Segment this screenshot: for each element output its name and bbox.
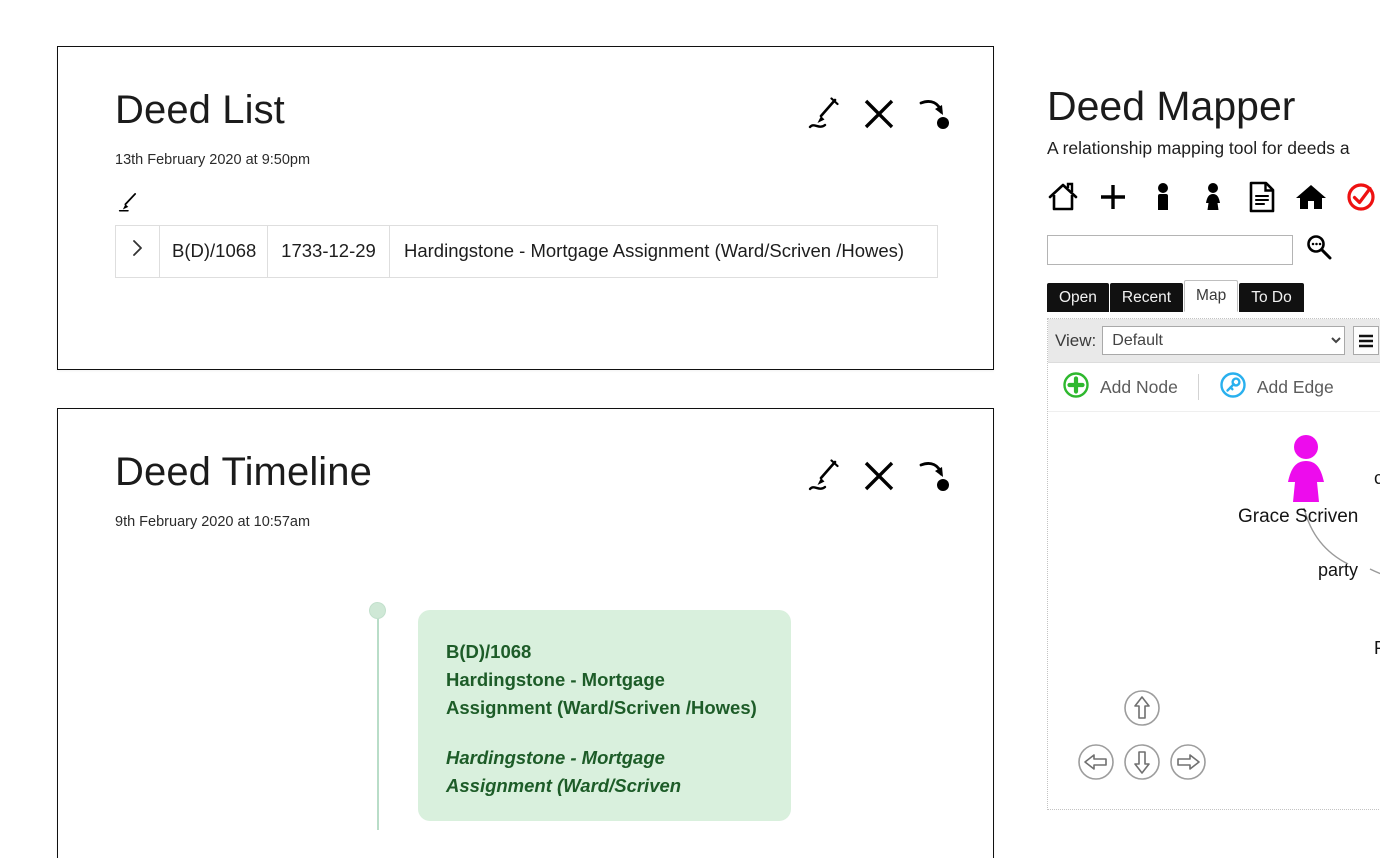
mapper-tabs: Open Recent Map To Do (1047, 279, 1380, 312)
tab-map[interactable]: Map (1184, 279, 1239, 312)
close-icon[interactable] (862, 97, 896, 136)
deed-date-cell: 1733-12-29 (267, 225, 390, 278)
timeline-axis (377, 610, 379, 830)
home-outline-icon[interactable] (1047, 181, 1079, 218)
graph-clipped-label-p: P (1374, 638, 1380, 659)
mapper-search-row (1047, 233, 1380, 266)
deed-reference-cell: B(D)/1068 (159, 225, 268, 278)
pin-arrow-icon[interactable] (917, 97, 951, 136)
deed-list-panel-actions (807, 97, 951, 136)
deed-timeline-timestamp: 9th February 2020 at 10:57am (115, 514, 311, 530)
graph-node-grace-scriven[interactable] (1280, 434, 1332, 511)
deed-timeline-panel: Deed Timeline 9th February 2020 at 10:57… (57, 408, 994, 858)
mapper-subtitle: A relationship mapping tool for deeds a (1047, 138, 1350, 158)
search-icon[interactable] (1305, 233, 1333, 266)
tab-todo[interactable]: To Do (1239, 282, 1304, 312)
tab-open[interactable]: Open (1047, 282, 1109, 312)
expand-row-cell[interactable] (115, 225, 160, 278)
male-person-icon[interactable] (1147, 181, 1179, 218)
timeline-entry-title: Hardingstone - Mortgage Assignment (Ward… (446, 669, 757, 719)
map-action-bar: Add Node Add Edge (1048, 363, 1380, 412)
deed-list-table: B(D)/1068 1733-12-29 Hardingstone - Mort… (115, 225, 938, 278)
add-edge-label: Add Edge (1256, 376, 1334, 397)
map-navigation-controls (1076, 688, 1208, 796)
add-edge-button[interactable]: Add Edge (1219, 371, 1334, 404)
deed-list-panel: Deed List 13th February 2020 at 9:50pm B… (57, 46, 994, 370)
add-node-icon (1062, 371, 1090, 404)
timeline-node-dot[interactable] (369, 602, 386, 619)
map-canvas[interactable]: Grace Scriven party c P (1048, 412, 1380, 808)
view-select[interactable]: Default (1102, 326, 1346, 355)
document-icon[interactable] (1247, 181, 1277, 218)
view-label: View: (1055, 330, 1097, 350)
add-edge-icon (1219, 371, 1247, 404)
mapper-title: Deed Mapper (1047, 86, 1296, 129)
table-row[interactable]: B(D)/1068 1733-12-29 Hardingstone - Mort… (115, 225, 938, 278)
deed-description-cell: Hardingstone - Mortgage Assignment (Ward… (404, 240, 905, 261)
search-input[interactable] (1047, 234, 1293, 265)
graph-edge-label: party (1318, 560, 1359, 580)
pencil-icon[interactable] (117, 192, 938, 219)
pan-down-button[interactable] (1122, 742, 1162, 787)
female-person-icon[interactable] (1197, 181, 1229, 218)
map-panel: View: Default Add Node Add Edge Grace Sc… (1047, 318, 1380, 810)
chevron-right-icon[interactable] (127, 237, 149, 259)
hamburger-menu-icon[interactable] (1353, 326, 1380, 355)
house-filled-icon[interactable] (1295, 181, 1327, 218)
timeline-entry-reference: B(D)/1068 (446, 641, 532, 662)
deed-timeline-panel-actions (807, 459, 951, 498)
pencil-icon[interactable] (807, 97, 841, 136)
timeline-entry-card[interactable]: B(D)/1068 Hardingstone - Mortgage Assign… (418, 610, 791, 821)
pan-right-button[interactable] (1168, 742, 1208, 787)
timeline-entry-subtitle: Hardingstone - Mortgage Assignment (Ward… (446, 747, 682, 797)
action-divider (1197, 374, 1199, 400)
pin-arrow-icon[interactable] (917, 459, 951, 498)
pan-left-button[interactable] (1076, 742, 1116, 787)
view-bar: View: Default (1048, 319, 1380, 363)
graph-node-label: Grace Scriven (1238, 506, 1359, 527)
tab-recent[interactable]: Recent (1109, 282, 1184, 312)
pan-up-button[interactable] (1122, 688, 1162, 733)
plus-icon[interactable] (1097, 181, 1129, 218)
red-check-circle-icon[interactable] (1345, 181, 1377, 218)
pencil-icon[interactable] (807, 459, 841, 498)
close-icon[interactable] (862, 459, 896, 498)
deed-list-timestamp: 13th February 2020 at 9:50pm (115, 152, 311, 168)
add-node-label: Add Node (1100, 376, 1178, 397)
deed-mapper-panel: Deed Mapper A relationship mapping tool … (1047, 86, 1380, 858)
graph-clipped-label-c: c (1374, 468, 1380, 488)
add-node-button[interactable]: Add Node (1062, 371, 1178, 404)
mapper-toolbar (1047, 181, 1380, 217)
